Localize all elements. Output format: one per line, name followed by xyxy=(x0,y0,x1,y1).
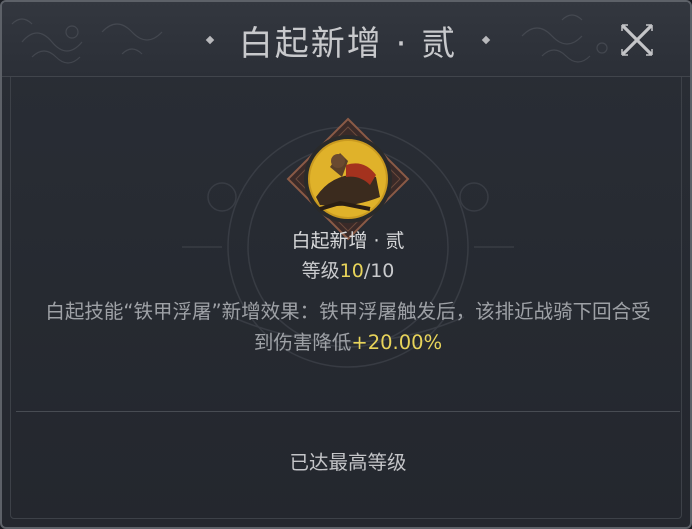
skill-description: 白起技能“铁甲浮屠”新增效果：铁甲浮屠触发后，该排近战骑下回合受到伤害降低+20… xyxy=(40,296,656,358)
footer-divider xyxy=(16,411,680,412)
description-bonus-value: +20.00% xyxy=(351,331,443,354)
cavalry-warrior-portrait-icon xyxy=(286,117,410,241)
title-left-diamond-icon xyxy=(205,35,215,45)
skill-name: 白起新增 · 贰 xyxy=(291,230,405,252)
skill-level: 等级10/10 xyxy=(2,256,690,283)
dialog-title: 白起新增 · 贰 xyxy=(238,23,458,64)
level-label: 等级 xyxy=(301,260,340,282)
max-level-status: 已达最高等级 xyxy=(289,451,407,474)
level-max-value: /10 xyxy=(363,260,395,282)
close-button[interactable] xyxy=(606,14,668,66)
description-text: 白起技能“铁甲浮屠”新增效果：铁甲浮屠触发后，该排近战骑下回合受到伤害降低 xyxy=(45,300,651,354)
skill-icon-frame xyxy=(286,117,410,241)
close-x-icon xyxy=(621,24,653,56)
level-current-value: 10 xyxy=(339,260,364,282)
dialog-header: 白起新增 · 贰 xyxy=(2,2,690,77)
title-right-diamond-icon xyxy=(481,35,491,45)
skill-upgrade-dialog: 白起新增 · 贰 白起新增 · 贰 等级10/10 白起技能“铁甲浮屠”新增效果… xyxy=(0,0,692,529)
title-row: 白起新增 · 贰 xyxy=(2,12,690,68)
